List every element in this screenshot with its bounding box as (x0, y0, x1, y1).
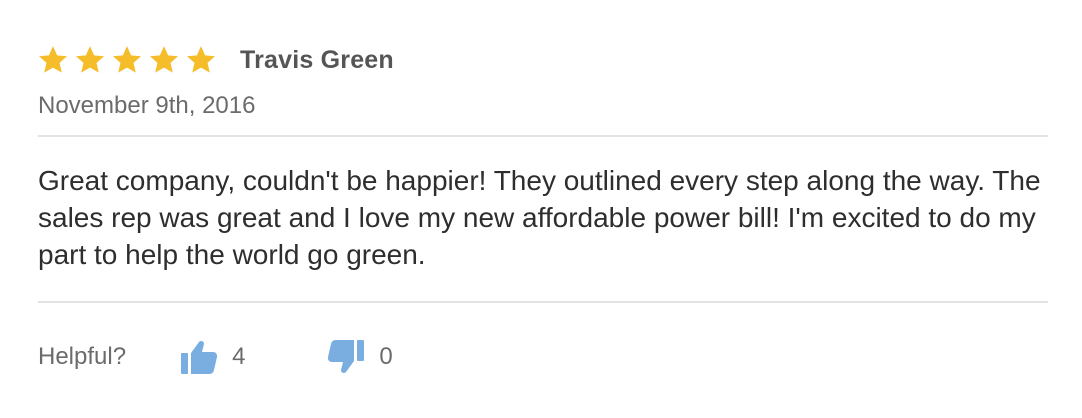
star-rating (37, 44, 217, 76)
review-header: Travis Green (37, 42, 394, 78)
review-date: November 9th, 2016 (38, 92, 256, 119)
review-card: Travis Green November 9th, 2016 Great co… (0, 0, 1082, 418)
star-icon (111, 44, 143, 76)
star-icon (37, 44, 69, 76)
review-body: Great company, couldn't be happier! They… (38, 165, 1041, 270)
downvote-count: 0 (379, 343, 393, 370)
upvote-button[interactable]: 4 (180, 339, 245, 375)
star-icon (185, 44, 217, 76)
divider (38, 301, 1048, 303)
thumbs-down-icon[interactable] (327, 339, 365, 375)
helpful-feedback: Helpful? 4 0 (38, 336, 393, 378)
divider (38, 135, 1048, 137)
reviewer-name: Travis Green (240, 45, 394, 74)
star-icon (74, 44, 106, 76)
downvote-button[interactable]: 0 (327, 339, 393, 375)
upvote-count: 4 (232, 343, 246, 370)
helpful-label: Helpful? (38, 343, 127, 370)
star-icon (148, 44, 180, 76)
thumbs-up-icon[interactable] (180, 339, 218, 375)
